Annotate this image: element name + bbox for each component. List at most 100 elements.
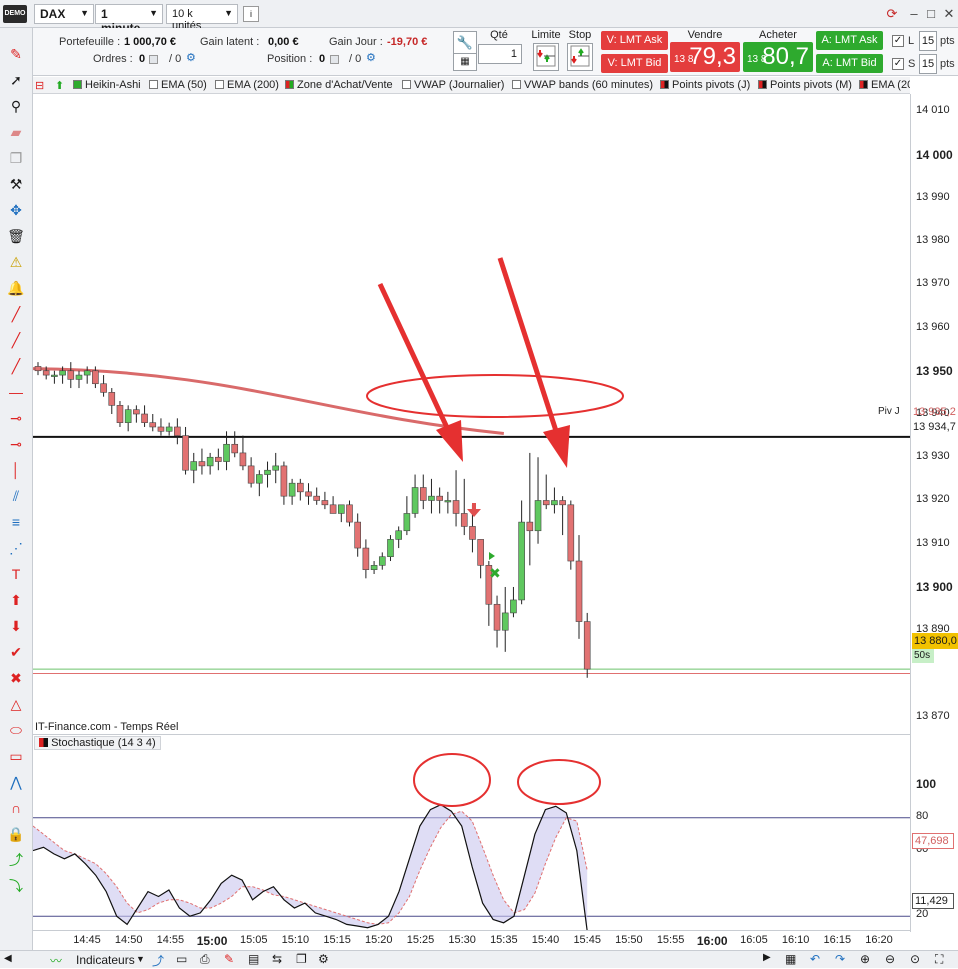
stochastic-legend[interactable]: Stochastique (14 3 4) xyxy=(34,736,161,750)
checkmark-icon[interactable]: ✔ xyxy=(6,642,26,662)
time-tick-label: 15:25 xyxy=(406,934,435,946)
trend-tool-icon[interactable]: ⤴ xyxy=(6,850,26,870)
time-tick-label: 15:45 xyxy=(573,934,601,946)
sell-lmt-ask-button[interactable]: V: LMT Ask xyxy=(601,31,668,50)
close-position-icon[interactable] xyxy=(330,55,339,64)
zoom-reset-icon[interactable]: ⊙ xyxy=(910,952,920,966)
timeframe-selector[interactable]: 1 minute ▼ xyxy=(95,4,163,35)
fibonacci-icon[interactable]: ≡ xyxy=(6,512,26,532)
cancel-orders-icon[interactable] xyxy=(149,55,158,64)
price-axis[interactable] xyxy=(910,94,958,932)
indicator-item[interactable]: Points pivots (M) xyxy=(758,79,852,91)
price-chart[interactable]: ✖ IT-Finance.com - Temps Réel xyxy=(33,94,910,734)
lock-icon[interactable]: 🔒 xyxy=(6,824,26,844)
arrow-up-icon[interactable]: ⬆ xyxy=(6,590,26,610)
scroll-left-icon[interactable]: ◀ xyxy=(4,953,12,964)
l-checkbox[interactable]: ✓ xyxy=(892,35,904,47)
sell-price-button[interactable]: 13 8 79,3 xyxy=(670,42,740,72)
undo-icon[interactable]: ↶ xyxy=(810,952,820,966)
trash-icon[interactable]: 🗑 xyxy=(6,226,26,246)
rectangle-icon[interactable]: ▭ xyxy=(6,746,26,766)
indicator-item[interactable]: VWAP bands (60 minutes) xyxy=(512,79,653,91)
chevron-down-icon[interactable]: ▼ xyxy=(136,954,145,964)
indicator-item[interactable]: EMA (50) xyxy=(149,79,207,91)
ray-tool-icon[interactable]: ╱ xyxy=(6,330,26,350)
pivot-value: 13 935,2 xyxy=(913,406,956,418)
qty-input[interactable]: 1 xyxy=(478,44,522,64)
indicator-item[interactable]: Heikin-Ashi xyxy=(73,79,141,91)
move-icon[interactable]: ✥ xyxy=(6,200,26,220)
channel-icon[interactable]: ⫽ xyxy=(6,486,26,506)
window-icon[interactable]: ▭ xyxy=(176,952,187,966)
drawing-tools-sidebar: ✎ ➚ ⚲ ▰ ❐ ⚒ ✥ 🗑 ⚠ 🔔 ╱ ╱ ╱ — ⊸ ⊸ │ ⫽ ≡ ⋰ … xyxy=(0,28,33,950)
cursor-icon[interactable]: ➚ xyxy=(6,70,26,90)
buy-price-button[interactable]: 13 8 80,7 xyxy=(743,42,813,72)
compare-icon[interactable]: ⇆ xyxy=(272,952,282,966)
maximize-icon[interactable]: □ xyxy=(922,5,940,23)
buy-lmt-bid-button[interactable]: A: LMT Bid xyxy=(816,54,883,73)
text-tool-icon[interactable]: T xyxy=(6,564,26,584)
indicator-item[interactable]: EMA (200) xyxy=(215,79,279,91)
arrow-down-icon[interactable]: ⬇ xyxy=(6,616,26,636)
stop-order-icon[interactable] xyxy=(567,43,593,71)
minus-icon[interactable]: ⊟ xyxy=(35,79,44,92)
gear-icon[interactable]: ⚙ xyxy=(366,51,376,64)
draw-icon[interactable]: ✎ xyxy=(224,952,234,966)
l-points-input[interactable]: 15 xyxy=(919,31,937,51)
ellipse-icon[interactable]: ⬭ xyxy=(6,720,26,740)
scroll-right-icon[interactable]: ▶ xyxy=(763,952,771,963)
horizontal-ray-icon[interactable]: ⊸ xyxy=(6,408,26,428)
keypad-icon[interactable]: ▦ xyxy=(453,53,477,71)
size-selector[interactable]: 10 k unités ▼ xyxy=(166,4,238,32)
fullscreen-icon[interactable]: ⛶ xyxy=(935,952,943,967)
ruler-icon[interactable]: ▰ xyxy=(6,122,26,142)
indicator-item[interactable]: Zone d'Achat/Vente xyxy=(285,79,393,91)
up-arrow-icon[interactable]: ⬆ xyxy=(55,79,64,92)
gear-icon[interactable]: ⚙ xyxy=(186,51,196,64)
buy-lmt-ask-button[interactable]: A: LMT Ask xyxy=(816,31,883,50)
minimize-icon[interactable]: – xyxy=(905,5,923,23)
price-line-icon[interactable]: ⊸ xyxy=(6,434,26,454)
instrument-selector[interactable]: DAX ▼ xyxy=(34,4,94,24)
indicator-item[interactable]: EMA (20 xyxy=(859,79,910,91)
alert-icon[interactable]: ⚠ xyxy=(6,252,26,272)
grid-icon[interactable]: ▦ xyxy=(785,952,796,966)
copy-icon[interactable]: ❐ xyxy=(6,148,26,168)
close-icon[interactable]: ✕ xyxy=(940,5,958,23)
pitchfork-icon[interactable]: ⋰ xyxy=(6,538,26,558)
limit-order-icon[interactable] xyxy=(533,43,559,71)
zoom-in-icon[interactable]: ⊕ xyxy=(860,952,870,966)
triangle-icon[interactable]: △ xyxy=(6,694,26,714)
position-value-2: / 0 xyxy=(349,53,362,65)
zoom-out-icon[interactable]: ⊖ xyxy=(885,952,895,966)
pencil-icon[interactable]: ✎ xyxy=(6,44,26,64)
indicators-button[interactable]: Indicateurs xyxy=(76,953,135,967)
line-tool-icon[interactable]: ╱ xyxy=(6,304,26,324)
fan-tool-icon[interactable]: ⤵ xyxy=(6,876,26,896)
redo-icon[interactable]: ↷ xyxy=(835,952,845,966)
bell-icon[interactable]: 🔔 xyxy=(6,278,26,298)
indicator-item[interactable]: Points pivots (J) xyxy=(660,79,750,91)
tools-icon[interactable]: ⚒ xyxy=(6,174,26,194)
print-icon[interactable]: ⎙ xyxy=(200,952,210,967)
s-points-input[interactable]: 15 xyxy=(919,54,937,74)
share-icon[interactable]: ⤴ xyxy=(152,952,164,969)
horizontal-line-icon[interactable]: — xyxy=(6,382,26,402)
indicator-item[interactable]: VWAP (Journalier) xyxy=(402,79,504,91)
extended-line-icon[interactable]: ╱ xyxy=(6,356,26,376)
copy-icon[interactable]: ❐ xyxy=(296,952,307,966)
pattern-icon[interactable]: ⋀ xyxy=(6,772,26,792)
cross-icon[interactable]: ✖ xyxy=(6,668,26,688)
vertical-line-icon[interactable]: │ xyxy=(6,460,26,480)
wrench-icon[interactable]: 🔧 xyxy=(453,31,477,55)
layout-icon[interactable]: ▤ xyxy=(248,952,259,966)
magnet-icon[interactable]: ∩ xyxy=(6,798,26,818)
price-tick-label: 14 010 xyxy=(916,104,950,117)
sell-lmt-bid-button[interactable]: V: LMT Bid xyxy=(601,54,668,73)
info-icon[interactable]: i xyxy=(243,6,259,22)
stochastic-chart[interactable] xyxy=(33,752,910,930)
refresh-icon[interactable]: ⟳ xyxy=(883,5,901,23)
settings-icon[interactable]: ⚙ xyxy=(318,952,329,966)
s-checkbox[interactable]: ✓ xyxy=(892,58,904,70)
zoom-icon[interactable]: ⚲ xyxy=(6,96,26,116)
